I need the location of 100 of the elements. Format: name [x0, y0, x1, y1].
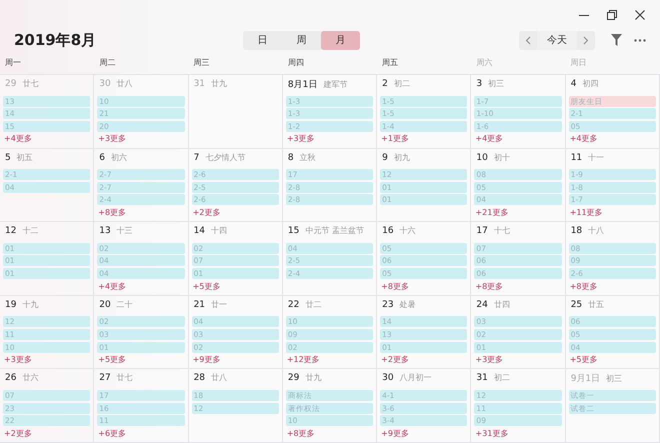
lunar-date: 廿八: [211, 372, 228, 384]
day-number: 31: [476, 373, 488, 384]
month-title: 2019年8月: [14, 30, 98, 50]
more-link[interactable]: +3更多: [474, 354, 562, 366]
more-link[interactable]: +9更多: [380, 428, 468, 439]
day-number: 25: [570, 300, 582, 310]
chevron-right-icon: [583, 36, 589, 44]
lunar-date: 十九: [22, 298, 38, 310]
day-number: 19: [5, 300, 16, 310]
weekday-label: 周六: [475, 56, 494, 68]
more-link[interactable]: +2更多: [192, 206, 279, 218]
day-number: 16: [382, 226, 394, 236]
weekday-label: 周一: [4, 56, 22, 68]
day-number: 26: [5, 373, 16, 384]
more-link[interactable]: +9更多: [192, 354, 279, 366]
day-number: 15: [288, 226, 300, 236]
lunar-date: 十二: [22, 225, 38, 236]
lunar-date: 廿八: [116, 78, 133, 89]
lunar-date: 廿九: [305, 372, 322, 384]
lunar-date: 初十: [494, 152, 510, 163]
lunar-date: 廿六: [22, 372, 38, 384]
more-link[interactable]: +5更多: [192, 280, 279, 292]
lunar-date: 建军节: [323, 79, 348, 90]
chevron-left-icon: [525, 36, 531, 44]
filter-button[interactable]: [609, 32, 624, 48]
more-link[interactable]: +3更多: [97, 133, 185, 144]
day-number: 29: [5, 79, 16, 89]
more-link[interactable]: +8更多: [97, 206, 185, 218]
view-tab[interactable]: 周: [282, 30, 321, 50]
more-link[interactable]: +8更多: [568, 280, 656, 292]
more-link[interactable]: +1更多: [380, 133, 468, 144]
lunar-date: 初三: [488, 78, 504, 89]
lunar-date: 初五: [16, 152, 33, 163]
day-number: 13: [99, 226, 111, 236]
day-number: 4: [570, 79, 576, 89]
day-number: 3: [476, 79, 482, 89]
lunar-date: 初二: [394, 78, 410, 89]
today-button[interactable]: 今天: [537, 30, 577, 50]
day-number: 8: [288, 152, 294, 163]
weekday-label: 周三: [192, 56, 211, 68]
day-number: 5: [5, 152, 11, 163]
view-tab[interactable]: 月: [321, 30, 360, 50]
weekday-label: 周五: [381, 56, 400, 68]
day-number: 2: [382, 79, 388, 89]
day-number: 29: [288, 373, 300, 384]
lunar-date: 初二: [494, 372, 510, 384]
more-link[interactable]: +12更多: [286, 354, 374, 366]
more-link[interactable]: +8更多: [286, 428, 374, 439]
lunar-date: 廿二: [305, 298, 322, 310]
day-number: 9: [382, 152, 388, 163]
weekday-label: 周日: [570, 56, 588, 68]
more-link[interactable]: +21更多: [474, 206, 562, 218]
day-number: 24: [476, 300, 488, 310]
more-link[interactable]: +3更多: [286, 133, 374, 144]
more-button[interactable]: [632, 36, 648, 44]
more-link[interactable]: +5更多: [97, 354, 185, 366]
day-number: 31: [194, 79, 206, 89]
lunar-date: 初九: [394, 152, 410, 163]
more-link[interactable]: +8更多: [380, 280, 468, 292]
day-number: 12: [5, 226, 16, 236]
lunar-date: 十六: [400, 225, 416, 236]
more-link[interactable]: +4更多: [568, 133, 656, 144]
more-link[interactable]: +11更多: [568, 206, 656, 218]
more-link[interactable]: +2更多: [3, 428, 90, 439]
lunar-date: 廿七: [116, 372, 133, 384]
lunar-date: 处暑: [400, 298, 416, 310]
filter-icon: [611, 34, 622, 46]
day-number: 28: [194, 373, 206, 384]
lunar-date: 立秋: [300, 152, 316, 163]
day-number: 27: [99, 373, 111, 384]
more-link[interactable]: +3更多: [3, 354, 90, 366]
more-link[interactable]: +31更多: [474, 428, 562, 439]
lunar-date: 廿九: [211, 78, 228, 89]
restore-icon: [607, 10, 617, 20]
more-link[interactable]: +2更多: [380, 354, 468, 366]
view-tab[interactable]: 日: [243, 30, 282, 50]
more-link[interactable]: +4更多: [3, 133, 90, 144]
day-number: 20: [99, 300, 111, 310]
more-link[interactable]: +8更多: [474, 280, 562, 292]
day-number: 14: [194, 226, 206, 236]
day-number: 11: [570, 152, 582, 163]
lunar-date: 廿五: [588, 298, 604, 310]
day-cell[interactable]: 31 廿九: [188, 75, 283, 149]
lunar-date: 十三: [116, 225, 133, 236]
day-number: 17: [476, 226, 488, 236]
more-link[interactable]: +6更多: [97, 428, 185, 439]
lunar-date: 廿四: [494, 298, 510, 310]
day-number: 30: [99, 79, 111, 89]
lunar-date: 中元节 盂兰盆节: [305, 225, 364, 236]
lunar-date: 廿七: [22, 78, 38, 89]
lunar-date: 十七: [494, 225, 510, 236]
more-link[interactable]: +4更多: [97, 280, 185, 292]
more-link[interactable]: +5更多: [568, 354, 656, 366]
lunar-date: 八月初一: [400, 372, 432, 384]
lunar-date: 二十: [116, 298, 133, 310]
weekday-label: 周二: [98, 56, 116, 68]
day-number: 21: [194, 300, 206, 310]
day-number: 23: [382, 300, 394, 310]
day-number: 9月1日: [570, 373, 600, 386]
more-link[interactable]: +4更多: [474, 133, 562, 144]
